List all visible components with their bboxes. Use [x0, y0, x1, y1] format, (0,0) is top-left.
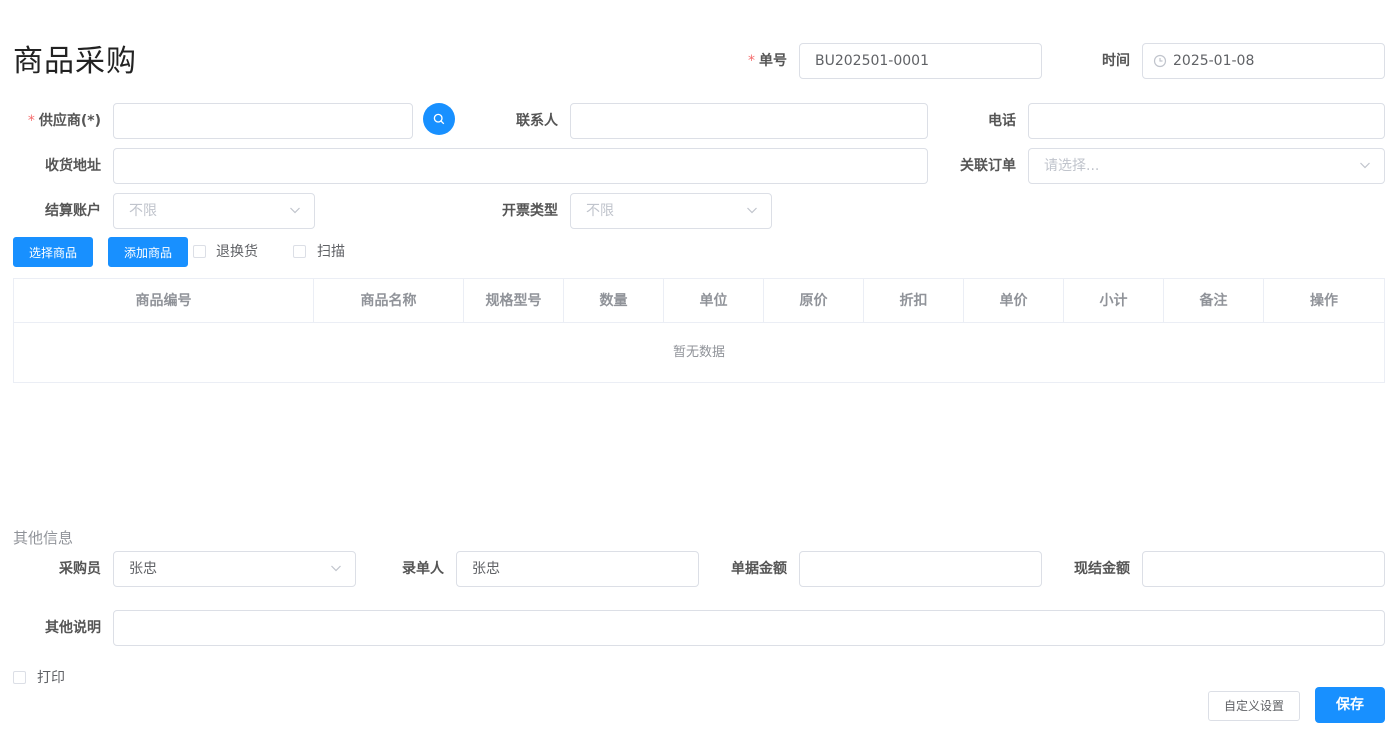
recorder-input[interactable]: 张忠 — [456, 551, 699, 587]
chevron-down-icon — [331, 565, 341, 572]
chevron-down-icon — [1360, 162, 1370, 169]
supplier-search-button[interactable] — [423, 103, 455, 135]
contact-label: 联系人 — [516, 113, 558, 129]
column-header: 折扣 — [864, 279, 964, 323]
recorder-label: 录单人 — [402, 561, 444, 577]
scan-label: 扫描 — [317, 244, 345, 260]
linked-order-placeholder: 请选择... — [1044, 158, 1100, 174]
column-header: 小计 — [1064, 279, 1164, 323]
custom-settings-button[interactable]: 自定义设置 — [1208, 691, 1300, 721]
column-header: 原价 — [764, 279, 864, 323]
cash-amount-input[interactable] — [1142, 551, 1385, 587]
column-header: 单位 — [664, 279, 764, 323]
buyer-value: 张忠 — [129, 561, 157, 577]
buyer-select[interactable]: 张忠 — [113, 551, 356, 587]
page-title: 商品采购 — [13, 44, 137, 79]
search-icon — [433, 113, 445, 125]
column-header: 操作 — [1310, 293, 1338, 309]
return-checkbox[interactable] — [193, 245, 206, 258]
doc-amount-label: 单据金额 — [731, 561, 787, 577]
time-value: 2025-01-08 — [1173, 53, 1255, 69]
return-label: 退换货 — [216, 244, 258, 260]
order-no-input[interactable]: BU202501-0001 — [799, 43, 1042, 79]
column-header: 数量 — [564, 279, 664, 323]
remark-input[interactable] — [113, 610, 1385, 646]
account-select[interactable]: 不限 — [113, 193, 315, 229]
supplier-label: * 供应商(*) — [13, 103, 101, 139]
column-header: 备注 — [1164, 279, 1264, 323]
table-header: 商品编号 商品名称 规格型号 数量 单位 原价 折扣 单价 小计 备注 操作 — [14, 279, 1384, 323]
print-checkbox[interactable] — [13, 671, 26, 684]
goods-table: 商品编号 商品名称 规格型号 数量 单位 原价 折扣 单价 小计 备注 操作 暂… — [13, 278, 1385, 383]
scan-checkbox[interactable] — [293, 245, 306, 258]
invoice-value: 不限 — [586, 203, 614, 219]
address-input[interactable] — [113, 148, 928, 184]
linked-order-select[interactable]: 请选择... — [1028, 148, 1385, 184]
order-no-label: * 单号 — [700, 43, 787, 79]
required-mark: * — [27, 113, 35, 129]
supplier-input[interactable] — [113, 103, 413, 139]
clock-icon — [1153, 54, 1167, 68]
table-empty-text: 暂无数据 — [672, 345, 725, 360]
account-value: 不限 — [129, 203, 157, 219]
time-label: 时间 — [1102, 53, 1130, 69]
cash-amount-label: 现结金额 — [1074, 561, 1130, 577]
invoice-select[interactable]: 不限 — [570, 193, 772, 229]
column-header: 规格型号 — [464, 279, 564, 323]
phone-label: 电话 — [988, 113, 1016, 129]
chevron-down-icon — [747, 207, 757, 214]
column-header: 商品编号 — [14, 279, 314, 323]
linked-order-label: 关联订单 — [960, 158, 1016, 174]
buyer-label: 采购员 — [59, 561, 101, 577]
supplier-label-text: 供应商(*) — [38, 113, 101, 129]
order-no-label-text: 单号 — [759, 53, 787, 69]
account-label: 结算账户 — [45, 203, 101, 219]
chevron-down-icon — [290, 207, 300, 214]
doc-amount-input[interactable] — [799, 551, 1042, 587]
time-picker[interactable]: 2025-01-08 — [1142, 43, 1385, 79]
required-mark: * — [748, 53, 755, 69]
column-header: 商品名称 — [314, 279, 464, 323]
add-goods-button[interactable]: 添加商品 — [108, 237, 188, 267]
remark-label: 其他说明 — [45, 620, 101, 636]
column-header: 单价 — [964, 279, 1064, 323]
save-button[interactable]: 保存 — [1315, 687, 1385, 723]
contact-input[interactable] — [570, 103, 928, 139]
print-label: 打印 — [37, 670, 65, 686]
phone-input[interactable] — [1028, 103, 1385, 139]
address-label: 收货地址 — [45, 158, 101, 174]
other-info-heading: 其他信息 — [13, 529, 74, 547]
select-goods-button[interactable]: 选择商品 — [13, 237, 93, 267]
invoice-label: 开票类型 — [502, 203, 558, 219]
